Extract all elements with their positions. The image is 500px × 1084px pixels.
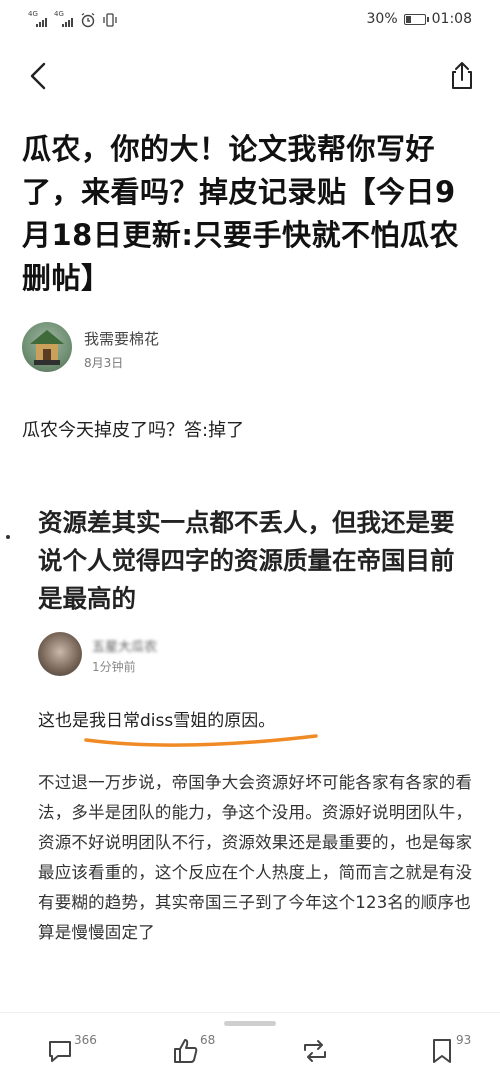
embedded-title: 资源差其实一点都不丢人，但我还是要说个人觉得四字的资源质量在帝国目前是最高的 bbox=[38, 508, 455, 613]
drag-handle[interactable] bbox=[224, 1021, 276, 1026]
post-date: 8月3日 bbox=[84, 356, 124, 370]
bullet-dot bbox=[6, 535, 10, 539]
repost-button[interactable] bbox=[300, 1033, 360, 1073]
favorite-count: 93 bbox=[456, 1033, 472, 1047]
comment-button[interactable]: 366 bbox=[46, 1033, 106, 1073]
signal-label: 4G bbox=[54, 10, 64, 18]
signal-icon: 4G bbox=[28, 10, 48, 27]
embedded-body: 不过退一万步说，帝国争大会资源好坏可能各家有各家的看法，多半是团队的能力，争这个… bbox=[38, 773, 473, 942]
signal-icon: 4G bbox=[54, 10, 74, 27]
status-left: 4G 4G bbox=[28, 10, 118, 28]
status-right: 30% 01:08 bbox=[367, 11, 472, 27]
thumbs-up-icon bbox=[174, 1039, 198, 1063]
embedded-time: 1分钟前 bbox=[92, 660, 136, 674]
vibrate-icon bbox=[103, 13, 117, 27]
share-button[interactable] bbox=[444, 58, 480, 94]
chevron-left-icon bbox=[30, 62, 46, 90]
alarm-icon bbox=[81, 12, 95, 28]
top-nav bbox=[0, 52, 500, 102]
post-title: 瓜农，你的大！论文我帮你写好了，来看吗？掉皮记录贴【今日9月18日更新:只要手快… bbox=[22, 132, 459, 295]
battery-icon bbox=[403, 13, 429, 25]
status-bar: 4G 4G 30% 01:08 bbox=[0, 0, 500, 42]
post-author[interactable]: 我需要棉花 8月3日 bbox=[22, 322, 422, 378]
avatar bbox=[38, 632, 82, 676]
like-button[interactable]: 68 bbox=[172, 1033, 232, 1073]
underline-mark bbox=[84, 734, 318, 747]
back-button[interactable] bbox=[22, 58, 58, 94]
avatar-house-icon bbox=[30, 330, 64, 365]
embedded-author-name: 五星大瓜农 bbox=[92, 640, 158, 655]
post-intro: 瓜农今天掉皮了吗？答:掉了 bbox=[22, 420, 245, 441]
comment-count: 366 bbox=[74, 1033, 97, 1047]
like-count: 68 bbox=[200, 1033, 216, 1047]
embedded-author: 五星大瓜农 1分钟前 bbox=[38, 630, 338, 676]
favorite-button[interactable]: 93 bbox=[428, 1033, 488, 1073]
bookmark-icon bbox=[433, 1039, 451, 1063]
bottom-action-bar: 366 68 93 bbox=[0, 1012, 500, 1084]
author-name[interactable]: 我需要棉花 bbox=[84, 328, 159, 349]
repost-icon bbox=[304, 1040, 326, 1062]
comment-icon bbox=[49, 1041, 71, 1062]
signal-label: 4G bbox=[28, 10, 38, 18]
avatar[interactable] bbox=[22, 322, 72, 372]
share-icon bbox=[452, 62, 472, 89]
embedded-screenshot: 资源差其实一点都不丢人，但我还是要说个人觉得四字的资源质量在帝国目前是最高的 五… bbox=[30, 500, 485, 1000]
battery-percent: 30% bbox=[366, 11, 398, 27]
clock: 01:08 bbox=[431, 11, 472, 27]
